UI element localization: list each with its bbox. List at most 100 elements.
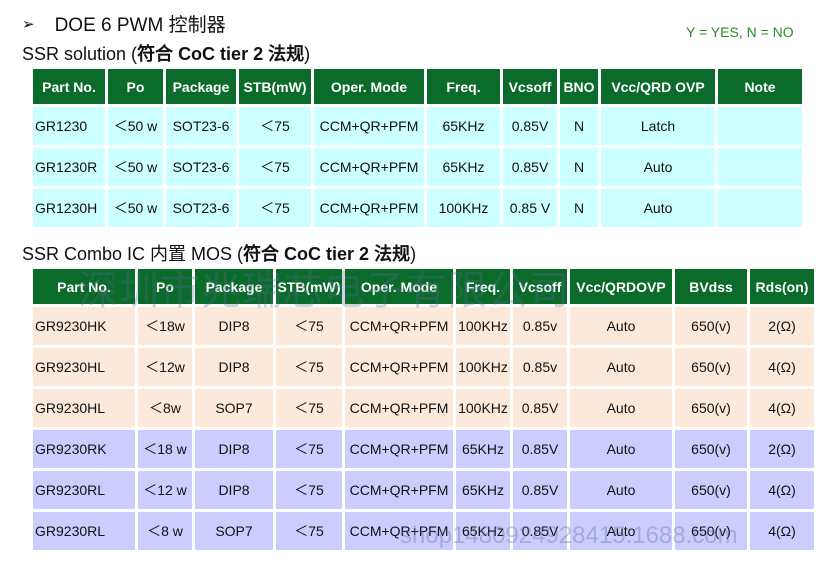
table-cell: ＜8 w xyxy=(138,512,192,550)
table-row: GR9230RL ＜12 w DIP8 ＜75 CCM+QR+PFM 65KHz… xyxy=(33,471,814,509)
table-row: GR9230HL ＜8w SOP7 ＜75 CCM+QR+PFM 100KHz … xyxy=(33,389,814,427)
table-cell: CCM+QR+PFM xyxy=(345,430,453,468)
table-cell: GR9230HL xyxy=(33,348,135,386)
table-cell: CCM+QR+PFM xyxy=(345,389,453,427)
table-cell: DIP8 xyxy=(195,471,273,509)
table-cell: SOP7 xyxy=(195,389,273,427)
section2-title-prefix: SSR Combo IC 内置 MOS ( xyxy=(22,244,244,264)
table-cell: ＜12w xyxy=(138,348,192,386)
col-header: Po xyxy=(108,69,163,104)
section2-title: SSR Combo IC 内置 MOS (符合 CoC tier 2 法规) xyxy=(22,240,416,266)
col-header: Vcsoff xyxy=(503,69,557,104)
table-cell: N xyxy=(560,107,598,145)
table-cell: 65KHz xyxy=(456,512,510,550)
table-cell: ＜18 w xyxy=(138,430,192,468)
table-cell: 0.85v xyxy=(513,307,567,345)
col-header: BNO xyxy=(560,69,598,104)
ssr-solution-table: Part No. Po Package STB(mW) Oper. Mode F… xyxy=(30,66,805,230)
col-header: STB(mW) xyxy=(276,269,342,304)
table-cell: CCM+QR+PFM xyxy=(314,189,424,227)
table-row: GR9230HL ＜12w DIP8 ＜75 CCM+QR+PFM 100KHz… xyxy=(33,348,814,386)
table-cell: 650(v) xyxy=(675,348,747,386)
table-cell: 4(Ω) xyxy=(750,471,814,509)
table-cell: GR1230 xyxy=(33,107,105,145)
col-header: BVdss xyxy=(675,269,747,304)
bullet-arrow-icon: ➢ xyxy=(22,15,35,33)
table-cell: ＜75 xyxy=(276,348,342,386)
table-cell: ＜50 w xyxy=(108,148,163,186)
table-cell: 100KHz xyxy=(456,389,510,427)
table-cell: 65KHz xyxy=(456,471,510,509)
table-cell: Auto xyxy=(570,471,672,509)
table-cell: 65KHz xyxy=(427,148,500,186)
table-cell: 650(v) xyxy=(675,307,747,345)
table-cell: 100KHz xyxy=(427,189,500,227)
table-cell: ＜12 w xyxy=(138,471,192,509)
table-cell: ＜50 w xyxy=(108,107,163,145)
table-cell: 650(v) xyxy=(675,430,747,468)
table-cell: ＜75 xyxy=(276,389,342,427)
table-cell: 2(Ω) xyxy=(750,430,814,468)
col-header: Freq. xyxy=(427,69,500,104)
section1-title-prefix: SSR solution ( xyxy=(22,44,138,64)
table-cell: ＜75 xyxy=(276,430,342,468)
table-row: GR9230HK ＜18w DIP8 ＜75 CCM+QR+PFM 100KHz… xyxy=(33,307,814,345)
col-header: Oper. Mode xyxy=(314,69,424,104)
table-cell: GR1230H xyxy=(33,189,105,227)
table-header-row: Part No. Po Package STB(mW) Oper. Mode F… xyxy=(33,269,814,304)
table-cell: GR9230HL xyxy=(33,389,135,427)
table-cell: GR9230RL xyxy=(33,512,135,550)
table-cell: 0.85 V xyxy=(503,189,557,227)
table-cell: SOT23-6 xyxy=(166,148,236,186)
yes-no-legend: Y = YES, N = NO xyxy=(686,24,794,40)
table-cell xyxy=(718,148,802,186)
table-row: GR9230RL ＜8 w SOP7 ＜75 CCM+QR+PFM 65KHz … xyxy=(33,512,814,550)
col-header: Po xyxy=(138,269,192,304)
table-cell: N xyxy=(560,189,598,227)
section1-title-bold: 符合 CoC tier 2 法规 xyxy=(137,44,305,64)
table-row: GR1230H ＜50 w SOT23-6 ＜75 CCM+QR+PFM 100… xyxy=(33,189,802,227)
table-cell: ＜75 xyxy=(276,471,342,509)
col-header: Package xyxy=(195,269,273,304)
table-cell: 0.85V xyxy=(513,430,567,468)
col-header: Vcsoff xyxy=(513,269,567,304)
table-cell: DIP8 xyxy=(195,348,273,386)
table-cell: 100KHz xyxy=(456,348,510,386)
table-cell: ＜75 xyxy=(239,107,311,145)
table-cell: 650(v) xyxy=(675,471,747,509)
table-cell: CCM+QR+PFM xyxy=(345,348,453,386)
table-cell: GR9230HK xyxy=(33,307,135,345)
table-cell: ＜75 xyxy=(239,189,311,227)
table-row: GR9230RK ＜18 w DIP8 ＜75 CCM+QR+PFM 65KHz… xyxy=(33,430,814,468)
table-cell: DIP8 xyxy=(195,430,273,468)
table-cell: 4(Ω) xyxy=(750,512,814,550)
table-cell: CCM+QR+PFM xyxy=(345,307,453,345)
col-header: Vcc/QRD OVP xyxy=(601,69,715,104)
table-cell: ＜75 xyxy=(276,512,342,550)
table-cell: ＜8w xyxy=(138,389,192,427)
table-cell: ＜18w xyxy=(138,307,192,345)
col-header: Vcc/QRDOVP xyxy=(570,269,672,304)
table-cell: GR1230R xyxy=(33,148,105,186)
section2-title-suffix: ) xyxy=(410,244,417,264)
page-title: DOE 6 PWM 控制器 xyxy=(54,15,226,36)
table-cell: N xyxy=(560,148,598,186)
table-cell: 65KHz xyxy=(427,107,500,145)
table-cell: Auto xyxy=(601,148,715,186)
table-cell: 650(v) xyxy=(675,512,747,550)
table-cell xyxy=(718,107,802,145)
table-cell: 650(v) xyxy=(675,389,747,427)
col-header: Note xyxy=(718,69,802,104)
table-cell: 0.85V xyxy=(513,512,567,550)
table-cell: Auto xyxy=(570,430,672,468)
table-cell: 0.85V xyxy=(513,389,567,427)
table-cell: 4(Ω) xyxy=(750,348,814,386)
col-header: Oper. Mode xyxy=(345,269,453,304)
table-cell: 65KHz xyxy=(456,430,510,468)
table-cell: 0.85V xyxy=(513,471,567,509)
table-cell: 0.85V xyxy=(503,148,557,186)
section1-title: SSR solution (符合 CoC tier 2 法规) xyxy=(22,40,310,66)
table-cell: CCM+QR+PFM xyxy=(314,148,424,186)
table-cell: ＜50 w xyxy=(108,189,163,227)
table-cell: SOP7 xyxy=(195,512,273,550)
